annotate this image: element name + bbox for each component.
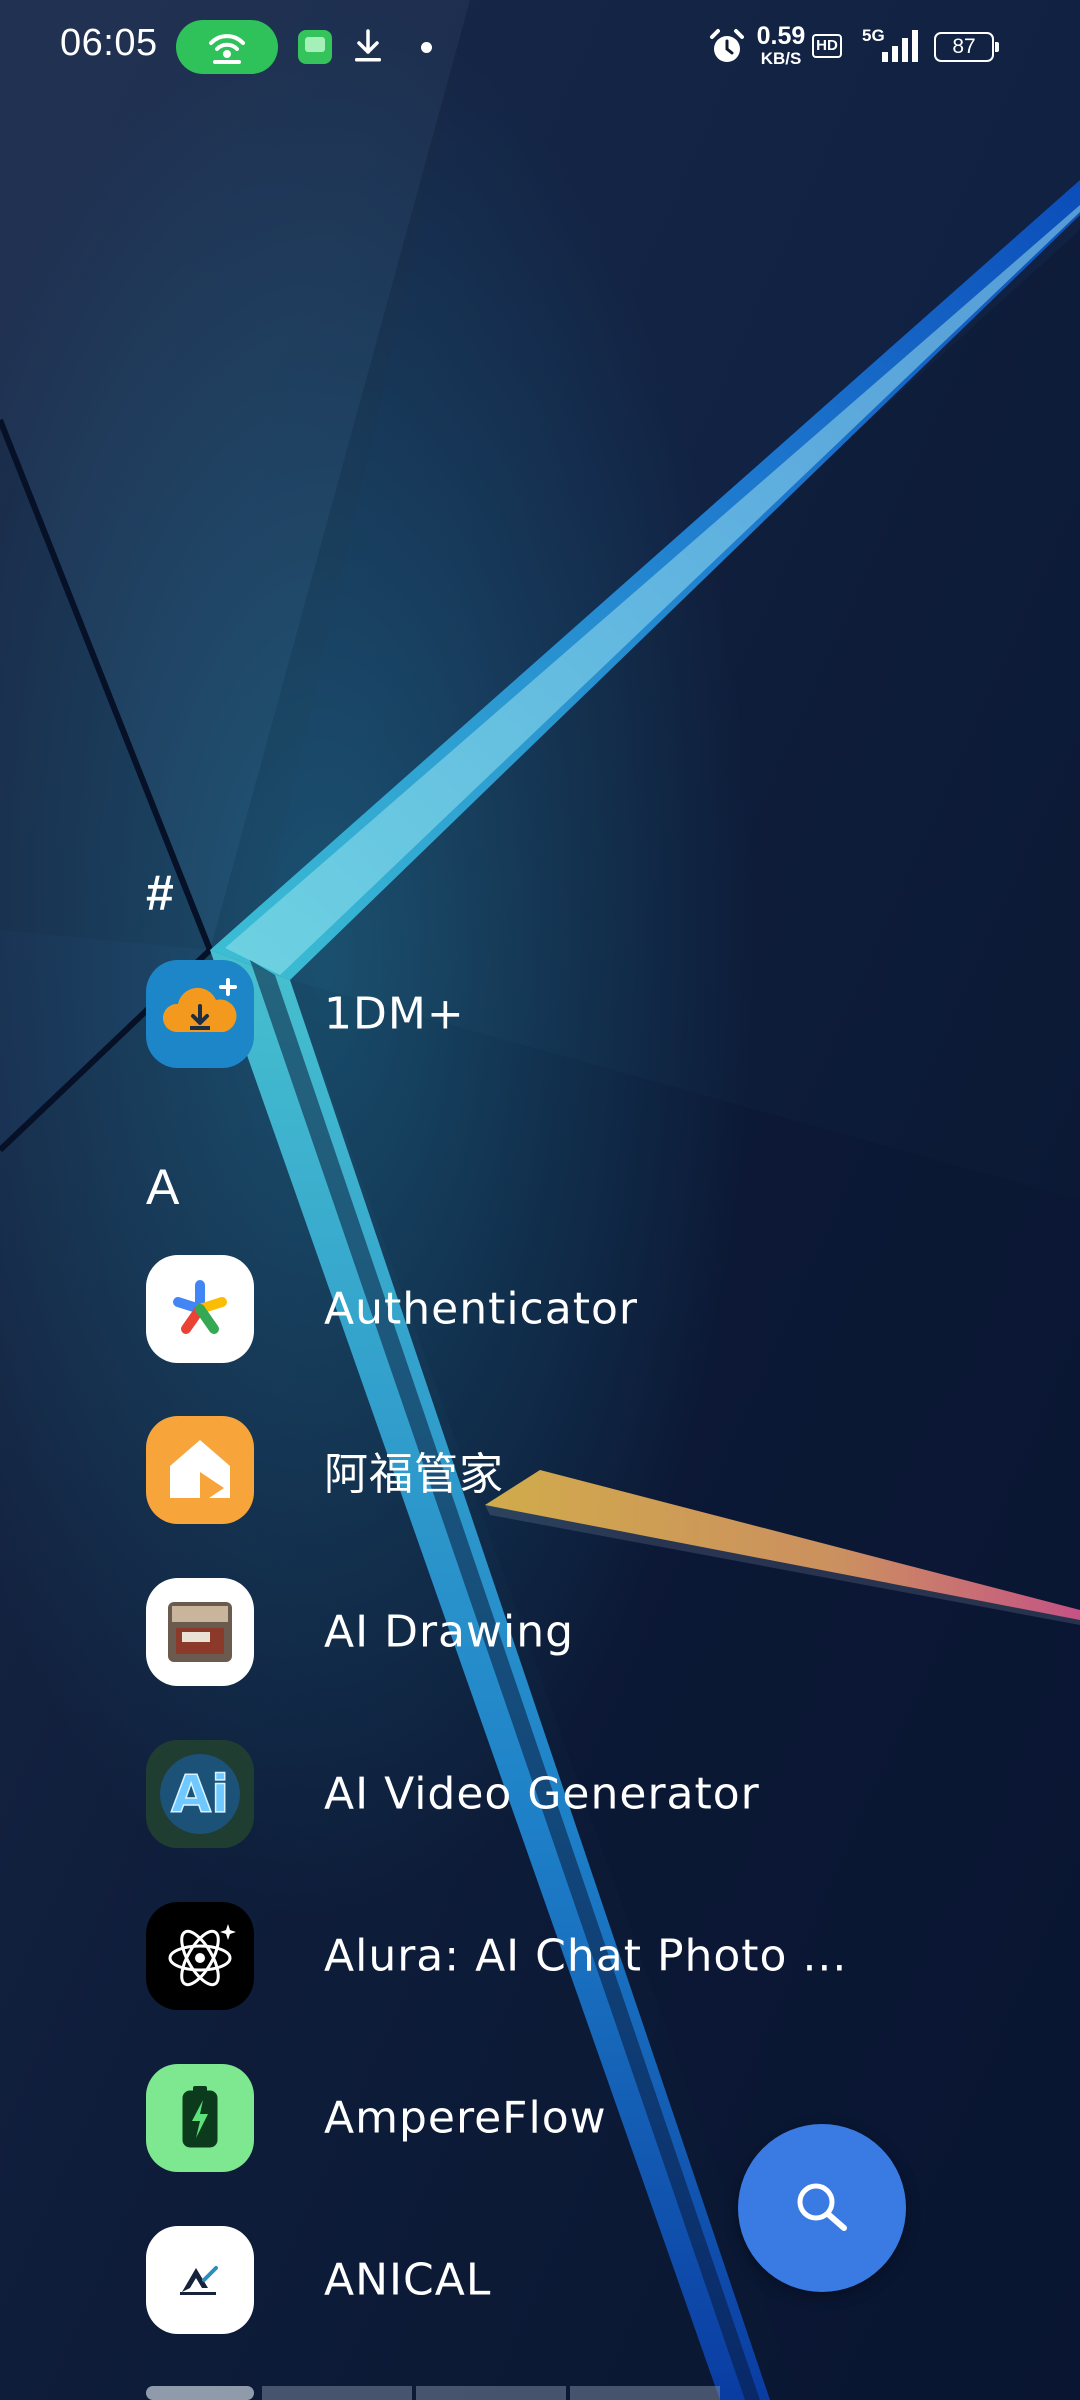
app-label: AI Drawing <box>324 1606 575 1658</box>
next-app-icon-peek <box>146 2386 720 2400</box>
app-item-afu[interactable]: 阿福管家 <box>146 1416 946 1524</box>
app-label: ANICAL <box>324 2254 492 2306</box>
cloud-download-icon <box>146 960 254 1068</box>
app-label: Authenticator <box>324 1283 638 1335</box>
network-speed: 0.59 KB/S <box>752 22 810 68</box>
download-icon <box>355 29 381 62</box>
anical-icon <box>146 2226 254 2334</box>
app-item-1dm[interactable]: 1DM+ <box>146 960 946 1068</box>
authenticator-icon <box>146 1255 254 1363</box>
status-bar: 06:05 0.59 KB/S HD 5G 87 <box>0 0 1080 96</box>
notification-dot <box>421 42 432 53</box>
speed-unit: KB/S <box>760 49 802 68</box>
app-item-ai-video[interactable]: Ai AI Video Generator <box>146 1740 946 1848</box>
svg-text:Ai: Ai <box>171 1765 229 1825</box>
search-fab-button[interactable] <box>738 2124 906 2292</box>
messages-icon <box>298 30 332 64</box>
hotspot-icon <box>176 20 278 74</box>
battery-icon: 87 <box>934 32 999 62</box>
ai-video-icon: Ai <box>146 1740 254 1848</box>
search-icon <box>797 2183 847 2231</box>
app-label: 1DM+ <box>324 988 465 1040</box>
app-item-authenticator[interactable]: Authenticator <box>146 1255 946 1363</box>
hd-badge: HD <box>812 34 842 58</box>
battery-charge-icon <box>146 2064 254 2172</box>
app-item-ai-drawing[interactable]: AI Drawing <box>146 1578 946 1686</box>
status-time: 06:05 <box>60 22 158 64</box>
signal-icon <box>882 30 918 62</box>
app-label: Alura: AI Chat Photo ... <box>324 1930 848 1982</box>
app-label: 阿福管家 <box>324 1449 504 1500</box>
ai-drawing-icon <box>146 1578 254 1686</box>
app-item-alura[interactable]: Alura: AI Chat Photo ... <box>146 1902 946 2010</box>
speed-value: 0.59 <box>756 22 806 50</box>
atom-icon <box>146 1902 254 2010</box>
app-drawer-list: # 1DM+ A Authenticator 阿福管家 AI Drawing A… <box>0 0 1080 2400</box>
app-label: AmpereFlow <box>324 2092 607 2144</box>
app-label: AI Video Generator <box>324 1768 760 1820</box>
section-header-hash: # <box>146 865 174 921</box>
alarm-icon <box>710 29 744 62</box>
section-header-a: A <box>146 1159 180 1215</box>
afu-house-icon <box>146 1416 254 1524</box>
